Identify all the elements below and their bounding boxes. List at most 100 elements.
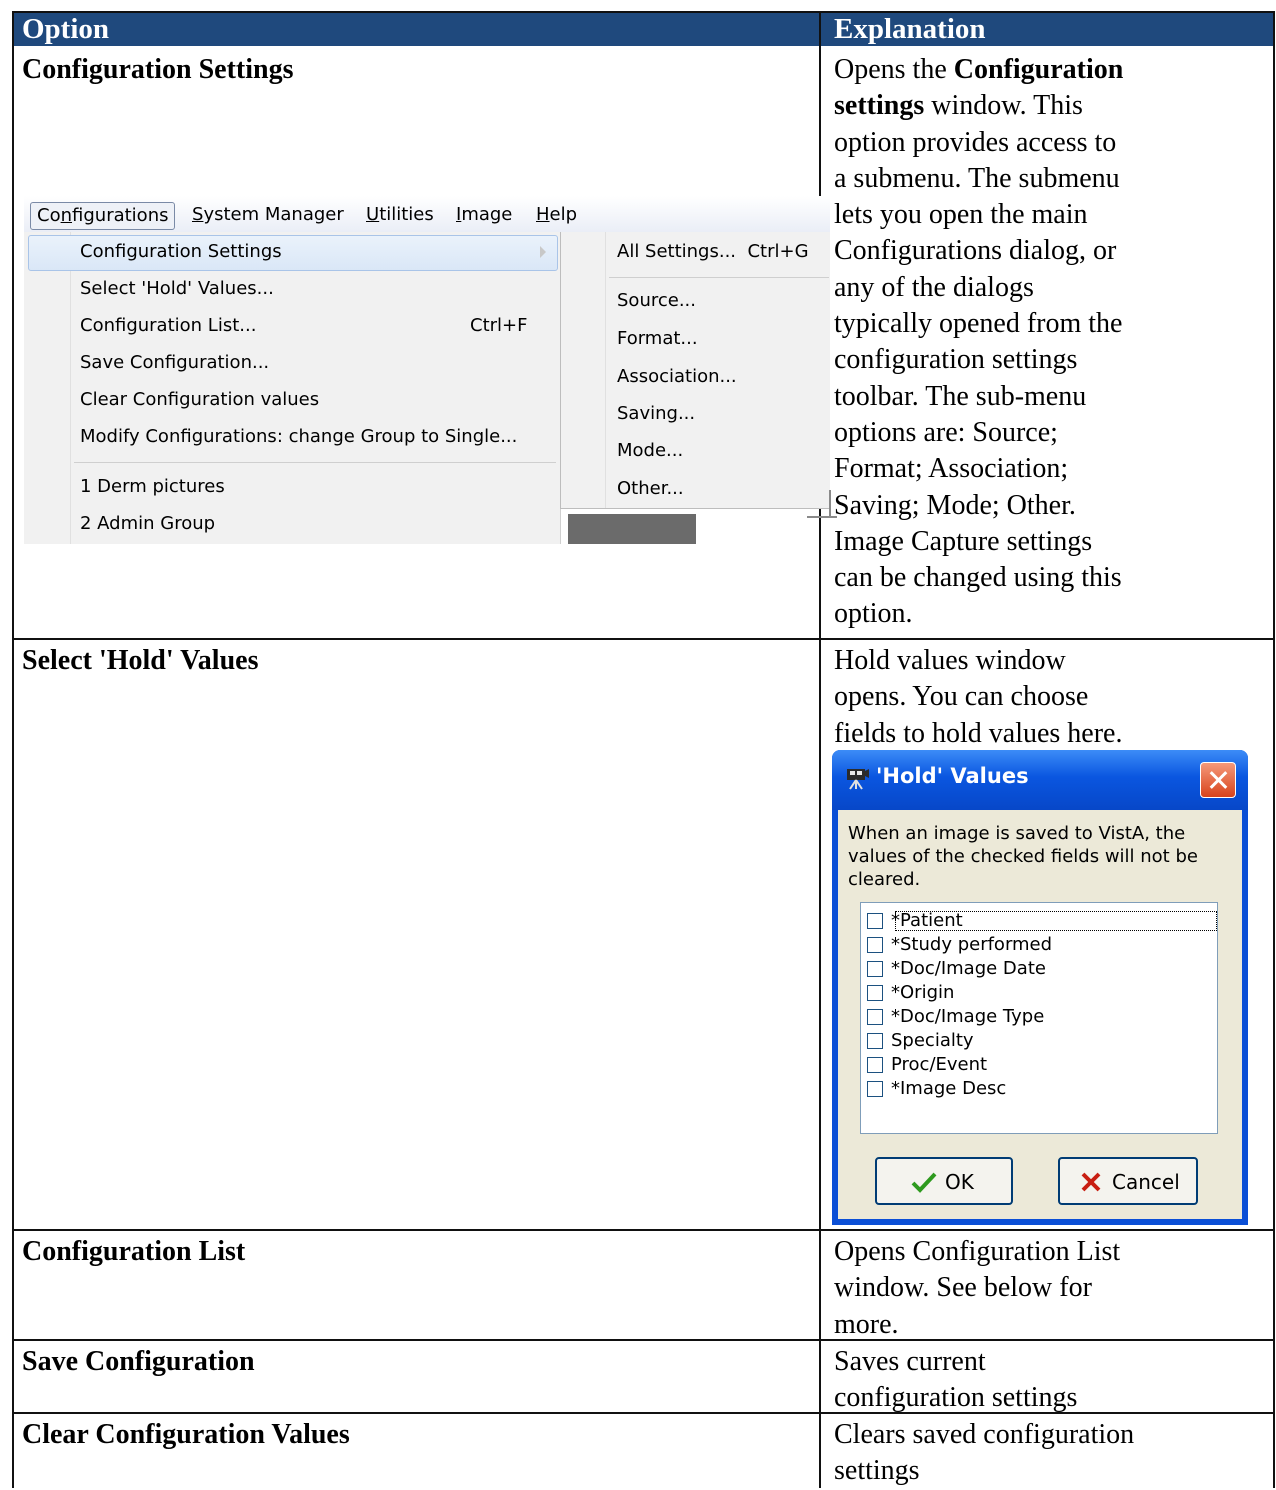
checkmark-icon <box>911 1172 937 1193</box>
checkbox[interactable] <box>867 1057 883 1073</box>
explanation-line: Clears saved configuration <box>834 1419 1135 1450</box>
option-save-configuration: Save Configuration <box>22 1346 255 1377</box>
dialog-title: 'Hold' Values <box>876 764 1029 788</box>
explanation-line: any of the dialogs <box>834 271 1034 303</box>
explanation-line: can be changed using this <box>834 562 1122 594</box>
menu-item[interactable]: Configuration List... <box>80 309 256 343</box>
menu-item[interactable]: Modify Configurations: change Group to S… <box>80 420 517 454</box>
table-border-top <box>12 11 1275 13</box>
cancel-label: Cancel <box>1112 1170 1180 1194</box>
submenu-item[interactable]: Saving... <box>617 397 695 431</box>
submenu-item[interactable]: Other... <box>617 472 684 506</box>
explanation-line: settings window. This <box>834 90 1083 122</box>
submenu-item[interactable]: Association... <box>617 360 737 394</box>
explanation-save-configuration: Saves current configuration settings <box>834 1344 1264 1417</box>
field-label: *Image Desc <box>891 1078 1007 1099</box>
table-header: Option Explanation <box>12 12 1274 46</box>
option-clear-configuration-values: Clear Configuration Values <box>22 1419 350 1450</box>
explanation-line: a submenu. The submenu <box>834 162 1120 194</box>
explanation-line: option provides access to <box>834 126 1117 158</box>
menu-item[interactable]: Save Configuration... <box>80 346 269 380</box>
checkbox[interactable] <box>867 961 883 977</box>
menubar-item-system-manager[interactable]: System Manager <box>192 202 344 228</box>
dialog-titlebar: 'Hold' Values <box>832 750 1248 810</box>
x-mark-icon <box>1081 1172 1101 1192</box>
menu-gutter <box>70 232 71 544</box>
submenu-item[interactable]: Mode... <box>617 434 683 468</box>
field-label: *Doc/Image Type <box>891 1006 1045 1027</box>
table-border-right <box>1273 12 1275 1488</box>
explanation-line: Saving; Mode; Other. <box>834 489 1076 521</box>
configurations-dropdown: Configuration Settings Select 'Hold' Valu… <box>24 232 561 544</box>
option-configuration-settings: Configuration Settings <box>22 54 294 85</box>
configuration-settings-submenu: All Settings... Ctrl+G Source... Format...… <box>560 232 830 509</box>
menu-item[interactable]: 1 Derm pictures <box>80 470 225 504</box>
explanation-line: opens. You can choose <box>834 681 1089 713</box>
explanation-line: more. <box>834 1308 899 1340</box>
hold-values-dialog: 'Hold' Values When an image is saved to … <box>832 750 1248 1225</box>
option-select-hold-values: Select 'Hold' Values <box>22 645 259 676</box>
explanation-line: window. See below for <box>834 1272 1092 1304</box>
menu-separator <box>609 277 829 278</box>
explanation-clear-configuration-values: Clears saved configuration settings <box>834 1417 1264 1490</box>
menu-item[interactable]: Select 'Hold' Values... <box>80 272 274 306</box>
explanation-line: typically opened from the <box>834 308 1123 340</box>
callout-line <box>829 490 831 518</box>
header-explanation: Explanation <box>834 13 986 45</box>
explanation-configuration-settings: Opens the Configuration settings window. … <box>834 52 1264 633</box>
menu-item[interactable]: 2 Admin Group <box>80 507 215 541</box>
explanation-line: Configurations dialog, or <box>834 235 1117 267</box>
ok-label: OK <box>945 1170 974 1194</box>
row-divider <box>12 638 1275 640</box>
submenu-gutter <box>605 232 606 508</box>
row-divider <box>12 1229 1275 1231</box>
explanation-line: Image Capture settings <box>834 525 1093 557</box>
table-border-left <box>12 12 14 1488</box>
checkbox[interactable] <box>867 1033 883 1049</box>
menu-shortcut: Ctrl+F <box>470 315 528 336</box>
submenu-arrow-icon <box>540 246 546 258</box>
submenu-item[interactable]: Format... <box>617 322 698 356</box>
dialog-body: When an image is saved to VistA, the val… <box>838 810 1242 1219</box>
explanation-line: toolbar. The sub-menu <box>834 380 1087 412</box>
field-label: *Study performed <box>891 934 1053 955</box>
explanation-line: Hold values window <box>834 645 1066 676</box>
menubar-item-configurations[interactable]: Configurations <box>30 202 176 230</box>
close-icon[interactable] <box>1200 762 1236 798</box>
checkbox[interactable] <box>867 985 883 1001</box>
checkbox[interactable] <box>867 913 883 929</box>
field-label: *Origin <box>891 982 955 1003</box>
option-configuration-list: Configuration List <box>22 1236 246 1267</box>
cancel-button[interactable]: Cancel <box>1058 1157 1198 1205</box>
field-label: *Doc/Image Date <box>891 958 1046 979</box>
explanation-line: Opens Configuration List <box>834 1236 1121 1267</box>
hold-fields-list[interactable]: *Patient *Study performed *Doc/Image Date *… <box>860 902 1218 1134</box>
explanation-line: option. <box>834 598 913 630</box>
menubar-item-image[interactable]: Image <box>456 202 512 228</box>
explanation-line: Saves current <box>834 1346 986 1377</box>
focus-rectangle <box>895 911 1217 931</box>
ok-button[interactable]: OK <box>875 1157 1013 1205</box>
camera-icon <box>847 769 869 790</box>
submenu-item[interactable]: Source... <box>617 284 696 318</box>
background-window-fragment <box>568 514 696 544</box>
menu-item[interactable]: Clear Configuration values <box>80 383 319 417</box>
submenu-item[interactable]: All Settings... Ctrl+G <box>617 235 809 269</box>
menu-separator <box>74 462 556 463</box>
checkbox[interactable] <box>867 937 883 953</box>
menubar-item-help[interactable]: Help <box>536 202 577 228</box>
explanation-configuration-list: Opens Configuration List window. See belo… <box>834 1234 1264 1343</box>
callout-line <box>807 516 837 518</box>
checkbox[interactable] <box>867 1009 883 1025</box>
field-label: Specialty <box>891 1030 974 1051</box>
menubar-item-utilities[interactable]: Utilities <box>366 202 434 228</box>
explanation-line: configuration settings <box>834 1382 1078 1414</box>
checkbox[interactable] <box>867 1081 883 1097</box>
explanation-line: Opens the Configuration <box>834 54 1124 85</box>
menubar: Configurations System Manager Utilities Ima… <box>24 196 830 234</box>
explanation-select-hold-values: Hold values window opens. You can choose f… <box>834 643 1264 752</box>
menu-item[interactable]: Configuration Settings <box>80 235 282 269</box>
explanation-line: options are: Source; <box>834 416 1058 448</box>
dialog-description: When an image is saved to VistA, the val… <box>848 823 1198 890</box>
explanation-line: fields to hold values here. <box>834 717 1123 749</box>
